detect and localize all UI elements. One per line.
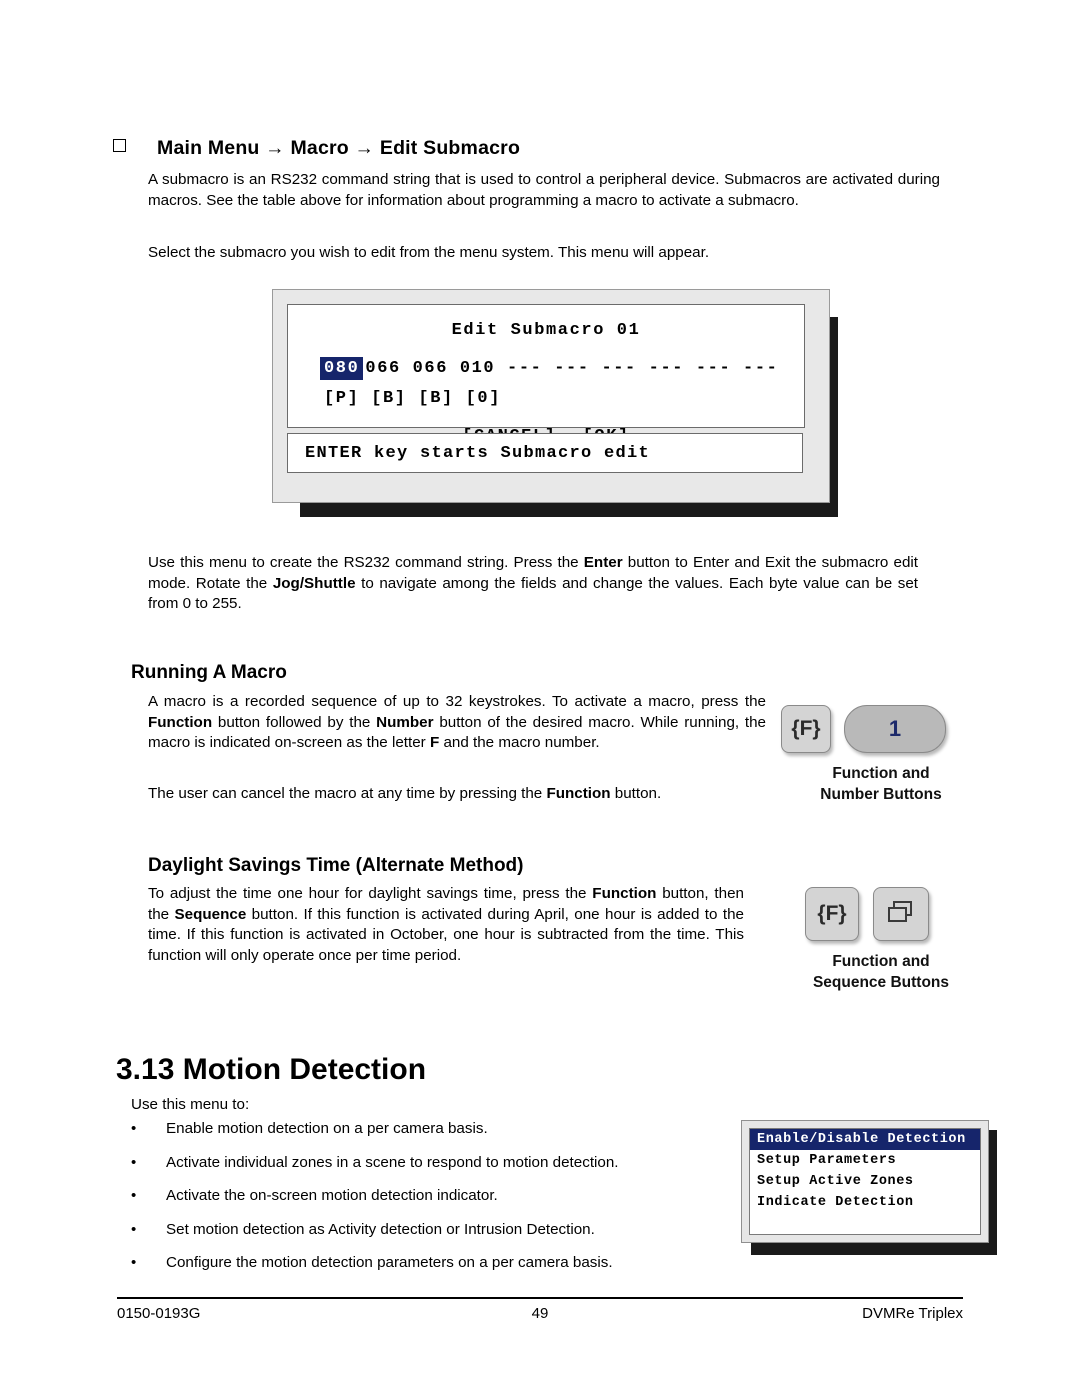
function-key-icon-2: {F} xyxy=(805,887,859,941)
footer-product-name: DVMRe Triplex xyxy=(862,1305,963,1322)
p3-bold-jog: Jog/Shuttle xyxy=(272,574,356,592)
bullet-square-icon xyxy=(113,139,126,152)
md-frame: Enable/Disable Detection Setup Parameter… xyxy=(741,1120,989,1243)
bullet-text: Configure the motion detection parameter… xyxy=(166,1254,613,1271)
subheading-daylight-savings: Daylight Savings Time (Alternate Method) xyxy=(148,855,524,876)
paragraph-daylight-savings: To adjust the time one hour for daylight… xyxy=(148,884,744,966)
heading-part-edit-submacro: Edit Submacro xyxy=(379,137,521,159)
rm2-text-a: The user can cancel the macro at any tim… xyxy=(148,785,547,802)
md-menu-item-indicate-detection[interactable]: Indicate Detection xyxy=(750,1192,980,1213)
list-item: • Configure the motion detection paramete… xyxy=(131,1253,711,1274)
rm-bold-function: Function xyxy=(148,713,213,731)
bullet-text: Set motion detection as Activity detecti… xyxy=(166,1220,595,1238)
function-key-icon: {F} xyxy=(781,705,831,753)
bullet-dot-icon: • xyxy=(131,1153,137,1171)
sequence-glyph-icon xyxy=(888,901,912,922)
caption-fn-line2: Number Buttons xyxy=(820,786,942,803)
heading-part-macro: Macro xyxy=(290,137,349,159)
number-key-1-icon: 1 xyxy=(844,705,946,753)
paragraph-submacro-intro: A submacro is an RS232 command string th… xyxy=(148,171,940,209)
bullet-text: Activate the on-screen motion detection … xyxy=(166,1187,498,1204)
md-menu-item-enable-disable[interactable]: Enable/Disable Detection xyxy=(750,1129,980,1150)
paragraph-running-macro-1: A macro is a recorded sequence of up to … xyxy=(148,692,766,754)
paragraph-create-command-string: Use this menu to create the RS232 comman… xyxy=(148,553,918,615)
osd-outer-frame: Edit Submacro 01 080 066 066 010 --- --- … xyxy=(272,289,830,503)
osd-remaining-bytes[interactable]: 066 066 010 --- --- --- --- --- --- xyxy=(365,359,778,378)
motion-detection-menu-screenshot: Enable/Disable Detection Setup Parameter… xyxy=(741,1120,997,1255)
rm2-text-b: button. xyxy=(610,785,662,802)
osd-title: Edit Submacro 01 xyxy=(451,321,641,340)
function-sequence-buttons-graphic: {F} Function and Sequence Buttons xyxy=(805,887,1005,1007)
caption-function-sequence: Function and Sequence Buttons xyxy=(771,951,991,993)
paragraph-select-submacro: Select the submacro you wish to edit fro… xyxy=(148,244,710,261)
dst-bold-function: Function xyxy=(592,885,657,902)
heading-arrow-1: → xyxy=(259,137,291,159)
p3-text-a: Use this menu to create the RS232 comman… xyxy=(148,554,584,571)
list-item: • Activate individual zones in a scene to… xyxy=(131,1153,631,1174)
heading-motion-detection: 3.13 Motion Detection xyxy=(116,1053,427,1086)
md-menu-item-setup-parameters[interactable]: Setup Parameters xyxy=(750,1150,980,1171)
list-item: • Enable motion detection on a per camera… xyxy=(131,1119,711,1140)
osd-edit-submacro-screenshot: Edit Submacro 01 080 066 066 010 --- --- … xyxy=(272,289,838,517)
rm2-bold-function: Function xyxy=(546,785,611,802)
osd-selected-byte[interactable]: 080 xyxy=(320,357,364,380)
osd-inner-panel: Edit Submacro 01 080 066 066 010 --- --- … xyxy=(287,304,805,446)
md-menu-item-setup-active-zones[interactable]: Setup Active Zones xyxy=(750,1171,980,1192)
heading-arrow-2: → xyxy=(348,137,380,159)
document-page: Main Menu → Macro → Edit Submacro A subm… xyxy=(0,0,1080,1397)
rm-bold-f: F xyxy=(429,734,440,752)
caption-function-number: Function and Number Buttons xyxy=(771,763,991,805)
sequence-key-icon xyxy=(873,887,929,941)
list-item: • Set motion detection as Activity detect… xyxy=(131,1220,711,1241)
p3-bold-enter: Enter xyxy=(583,554,623,571)
rm-text-b: button followed by the xyxy=(212,713,377,731)
subheading-running-a-macro: Running A Macro xyxy=(131,662,287,683)
md-menu-panel: Enable/Disable Detection Setup Parameter… xyxy=(749,1128,981,1235)
dst-text-a: To adjust the time one hour for daylight… xyxy=(148,885,593,902)
bullet-dot-icon: • xyxy=(131,1254,137,1271)
bullet-text: Activate individual zones in a scene to … xyxy=(166,1153,619,1171)
rm-text-a: A macro is a recorded sequence of up to … xyxy=(148,693,766,710)
heading-part-main-menu: Main Menu xyxy=(157,137,260,159)
motion-intro-text: Use this menu to: xyxy=(131,1096,250,1113)
bullet-text: Enable motion detection on a per camera … xyxy=(166,1120,488,1137)
section-heading: Main Menu → Macro → Edit Submacro xyxy=(113,137,520,160)
osd-char-row: [P] [B] [B] [0] xyxy=(324,389,502,408)
bullet-dot-icon: • xyxy=(131,1120,137,1137)
bullet-dot-icon: • xyxy=(131,1220,137,1238)
caption-fs-line2: Sequence Buttons xyxy=(812,974,950,991)
rm-bold-number: Number xyxy=(376,713,434,731)
list-item: • Activate the on-screen motion detection… xyxy=(131,1186,711,1207)
rm-text-d: and the macro number. xyxy=(439,734,600,752)
caption-fn-line1: Function and xyxy=(832,765,930,782)
osd-byte-row: 080 066 066 010 --- --- --- --- --- --- xyxy=(320,357,778,380)
paragraph-running-macro-2: The user can cancel the macro at any tim… xyxy=(148,784,766,805)
motion-bullet-list: • Enable motion detection on a per camera… xyxy=(131,1119,711,1287)
footer-divider xyxy=(117,1297,963,1299)
bullet-dot-icon: • xyxy=(131,1187,137,1204)
dst-bold-sequence: Sequence xyxy=(174,905,247,923)
function-number-buttons-graphic: {F} 1 Function and Number Buttons xyxy=(781,705,981,815)
caption-fs-line1: Function and xyxy=(832,953,930,970)
osd-status-bar: ENTER key starts Submacro edit xyxy=(287,433,803,473)
